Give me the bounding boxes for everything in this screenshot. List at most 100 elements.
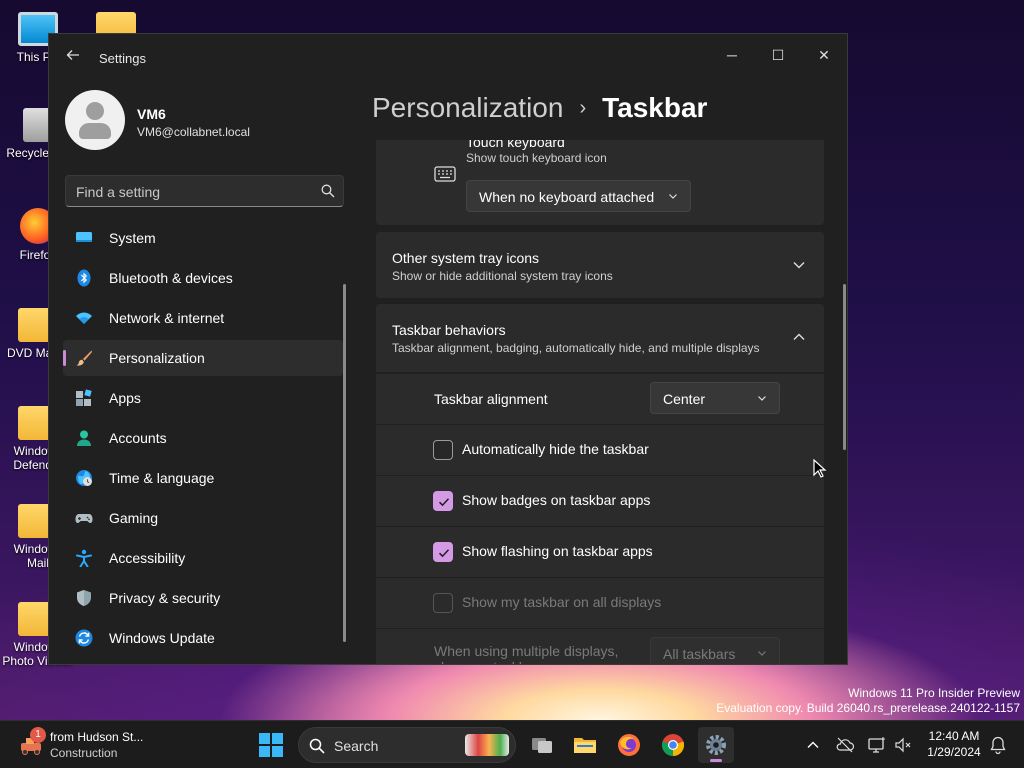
- sidebar-item-system[interactable]: System: [63, 220, 343, 256]
- wifi-icon: [76, 312, 92, 324]
- sidebar-item-label: Windows Update: [109, 630, 215, 646]
- touch-keyboard-title: Touch keyboard: [466, 140, 565, 150]
- sidebar-item-label: Accounts: [109, 430, 167, 446]
- other-tray-subtitle: Show or hide additional system tray icon…: [392, 269, 613, 283]
- sidebar-nav: System Bluetooth & devices Network & int…: [63, 220, 343, 660]
- taskbar-behaviors-header[interactable]: Taskbar behaviors Taskbar alignment, bad…: [376, 304, 824, 372]
- sidebar-item-privacy[interactable]: Privacy & security: [63, 580, 343, 616]
- taskbar-task-view[interactable]: [524, 727, 560, 763]
- user-name: VM6: [137, 106, 166, 122]
- settings-icon: [706, 735, 726, 755]
- page-title: Taskbar: [602, 92, 708, 123]
- taskbar-alignment-dropdown[interactable]: Center: [650, 382, 780, 414]
- sidebar-item-accessibility[interactable]: Accessibility: [63, 540, 343, 576]
- chevron-down-icon: [758, 396, 766, 401]
- windows-watermark: Windows 11 Pro Insider Preview Evaluatio…: [716, 686, 1020, 716]
- shield-icon: [77, 590, 91, 606]
- minimize-button[interactable]: ─: [709, 40, 755, 70]
- maximize-button[interactable]: ☐: [755, 40, 801, 70]
- sidebar-item-bluetooth[interactable]: Bluetooth & devices: [63, 260, 343, 296]
- other-tray-title: Other system tray icons: [392, 250, 540, 266]
- show-flashing-label: Show flashing on taskbar apps: [462, 543, 653, 559]
- cloud-offline-icon[interactable]: [835, 735, 855, 755]
- checkmark-icon: [438, 498, 450, 507]
- sidebar-item-accounts[interactable]: Accounts: [63, 420, 343, 456]
- taskbar-chrome[interactable]: [655, 727, 691, 763]
- mouse-cursor-icon: [813, 459, 827, 478]
- clock-time: 12:40 AM: [928, 729, 980, 743]
- sidebar-item-label: Apps: [109, 390, 141, 406]
- sidebar-item-windows-update[interactable]: Windows Update: [63, 620, 343, 656]
- sidebar-item-time-language[interactable]: Time & language: [63, 460, 343, 496]
- dropdown-value: When no keyboard attached: [479, 189, 655, 205]
- other-tray-icons-card[interactable]: Other system tray icons Show or hide add…: [376, 232, 824, 298]
- sidebar-item-network[interactable]: Network & internet: [63, 300, 343, 336]
- all-displays-row: Show my taskbar on all displays: [376, 578, 824, 628]
- sidebar-item-apps[interactable]: Apps: [63, 380, 343, 416]
- sidebar-scrollbar[interactable]: [343, 284, 346, 642]
- user-profile[interactable]: VM6 VM6@collabnet.local: [65, 90, 345, 154]
- system-icon: [76, 232, 92, 242]
- volume-muted-icon[interactable]: [893, 735, 913, 755]
- task-view-icon: [532, 738, 552, 753]
- dropdown-value: All taskbars: [663, 646, 736, 662]
- find-setting-search[interactable]: [65, 175, 344, 207]
- auto-hide-checkbox[interactable]: [433, 440, 453, 460]
- file-explorer-icon: [574, 738, 596, 753]
- chevron-up-icon[interactable]: [792, 330, 806, 344]
- auto-hide-row[interactable]: Automatically hide the taskbar: [376, 425, 824, 475]
- firefox-icon: [618, 734, 640, 756]
- title-bar[interactable]: Settings ─ ☐ ✕: [49, 34, 847, 82]
- gamepad-icon: [75, 514, 93, 523]
- keyboard-icon: [434, 166, 456, 182]
- user-email: VM6@collabnet.local: [137, 125, 250, 139]
- touch-keyboard-subtitle: Show touch keyboard icon: [466, 151, 607, 165]
- brush-icon: [76, 350, 92, 366]
- breadcrumb-parent[interactable]: Personalization: [372, 92, 563, 123]
- dropdown-value: Center: [663, 391, 706, 407]
- news-widget[interactable]: 1 from Hudson St... Construction: [16, 727, 166, 763]
- taskbar-file-explorer[interactable]: [567, 727, 603, 763]
- all-displays-label: Show my taskbar on all displays: [462, 594, 662, 610]
- sidebar-item-label: Gaming: [109, 510, 159, 526]
- notification-badge: 1: [30, 727, 46, 743]
- chevron-down-icon[interactable]: [792, 258, 806, 272]
- notification-bell-icon[interactable]: [988, 735, 1008, 755]
- taskbar-settings[interactable]: [698, 727, 734, 763]
- system-clock[interactable]: 12:40 AM 1/29/2024: [922, 728, 986, 760]
- watermark-line1: Windows 11 Pro Insider Preview: [848, 686, 1020, 700]
- sidebar-item-label: System: [109, 230, 156, 246]
- taskbar-search[interactable]: Search: [298, 727, 516, 763]
- show-badges-checkbox[interactable]: [433, 491, 453, 511]
- clock-date: 1/29/2024: [927, 745, 981, 759]
- update-icon: [75, 629, 93, 647]
- back-button[interactable]: [63, 48, 83, 68]
- network-icon[interactable]: [867, 735, 887, 755]
- sidebar-item-personalization[interactable]: Personalization: [63, 340, 343, 376]
- all-displays-checkbox: [433, 593, 453, 613]
- close-button[interactable]: ✕: [801, 40, 847, 70]
- sidebar-item-label: Privacy & security: [109, 590, 221, 606]
- taskbar: 1 from Hudson St... Construction Search …: [0, 720, 1024, 768]
- search-label: Search: [334, 738, 379, 754]
- chrome-icon: [661, 734, 685, 757]
- bluetooth-icon: [77, 269, 91, 287]
- touch-keyboard-dropdown[interactable]: When no keyboard attached: [466, 180, 691, 212]
- back-arrow-icon: [66, 50, 79, 60]
- taskbar-firefox[interactable]: [611, 727, 647, 763]
- news-title: from Hudson St...: [50, 730, 144, 744]
- show-flashing-checkbox[interactable]: [433, 542, 453, 562]
- chevron-down-icon: [758, 651, 766, 656]
- chevron-up-icon[interactable]: [803, 735, 823, 755]
- sidebar-item-label: Personalization: [109, 350, 205, 366]
- show-badges-row[interactable]: Show badges on taskbar apps: [376, 476, 824, 526]
- sidebar-item-label: Network & internet: [109, 310, 225, 326]
- touch-keyboard-card: Touch keyboard Show touch keyboard icon …: [376, 140, 824, 225]
- search-input[interactable]: [76, 182, 306, 202]
- taskbar-alignment-label: Taskbar alignment: [434, 391, 548, 407]
- settings-content: Touch keyboard Show touch keyboard icon …: [376, 140, 824, 664]
- show-flashing-row[interactable]: Show flashing on taskbar apps: [376, 527, 824, 577]
- sidebar-item-gaming[interactable]: Gaming: [63, 500, 343, 536]
- start-button[interactable]: [255, 729, 287, 761]
- content-scrollbar[interactable]: [843, 284, 846, 450]
